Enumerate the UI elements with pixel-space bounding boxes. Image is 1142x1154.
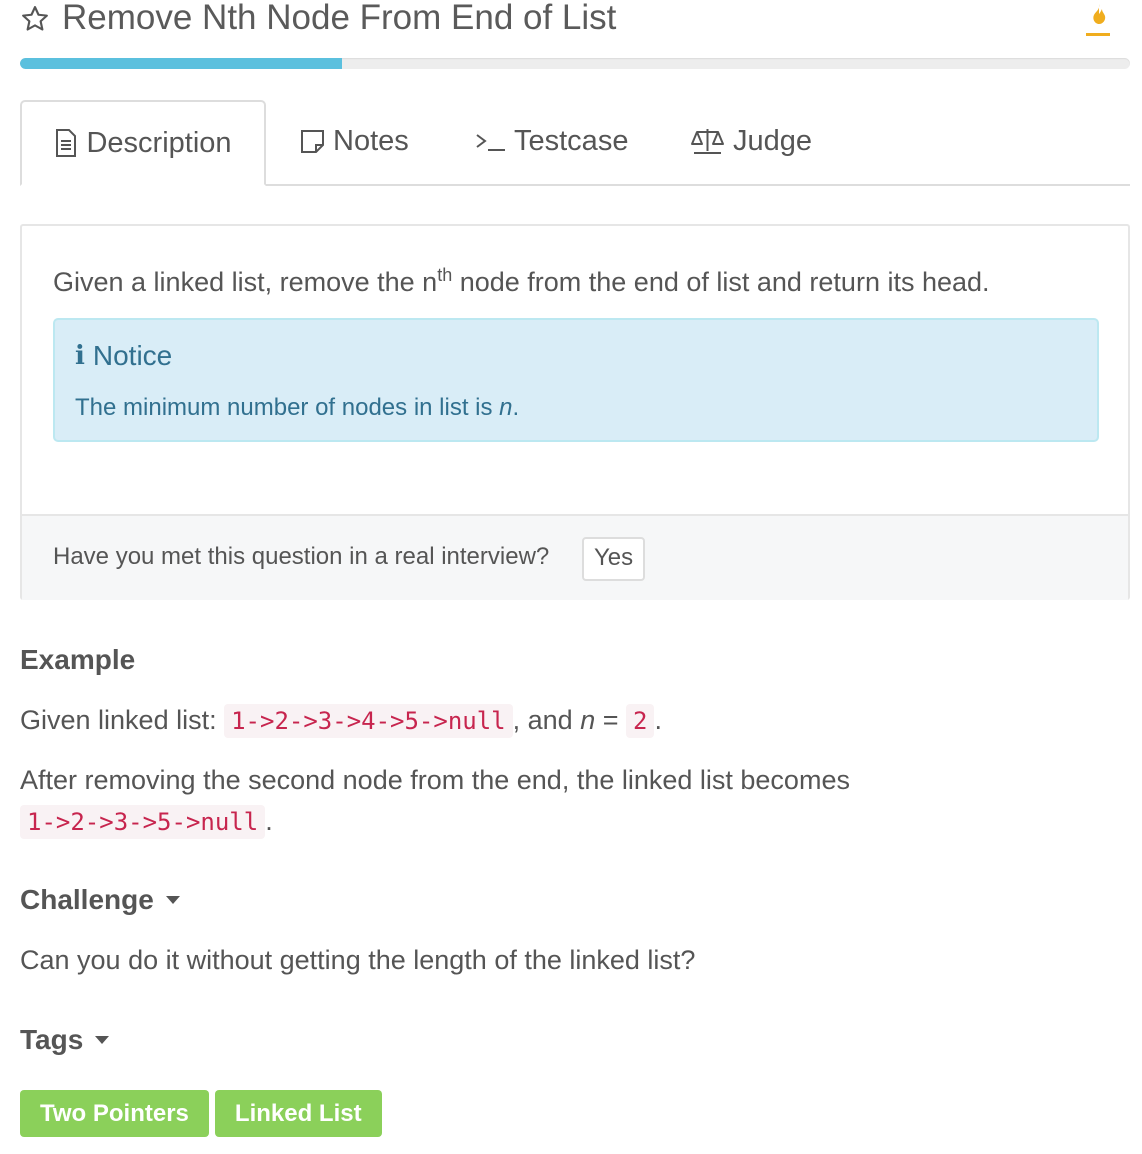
problem-description: Given a linked list, remove the nth node… xyxy=(53,258,990,299)
tab-notes[interactable]: Notes xyxy=(300,100,409,182)
problem-header: Remove Nth Node From End of List xyxy=(20,0,1130,44)
example-prefix: Given linked list: xyxy=(20,705,225,735)
tab-label: Description xyxy=(86,126,232,159)
tag-two-pointers[interactable]: Two Pointers xyxy=(20,1090,209,1137)
example-variable: n xyxy=(580,705,596,735)
tags-heading-text: Tags xyxy=(20,1024,84,1055)
n-value: 2 xyxy=(626,704,655,738)
caret-down-icon xyxy=(165,896,180,904)
yes-button[interactable]: Yes xyxy=(582,537,646,581)
terminal-icon xyxy=(476,133,505,151)
challenge-text: Can you do it without getting the length… xyxy=(20,945,696,975)
star-outline-icon[interactable] xyxy=(20,4,50,34)
challenge-heading[interactable]: Challenge xyxy=(20,884,180,916)
challenge-heading-text: Challenge xyxy=(20,884,154,915)
tag-linked-list[interactable]: Linked List xyxy=(214,1090,382,1137)
example-line-2: After removing the second node from the … xyxy=(20,765,850,795)
tab-testcase[interactable]: Testcase xyxy=(475,100,628,182)
notice-title: i Notice xyxy=(75,338,172,374)
document-icon xyxy=(56,129,77,157)
example-line-3: 1->2->3->5->null. xyxy=(20,804,273,839)
flame-icon[interactable] xyxy=(1082,2,1112,38)
linked-list-output: 1->2->3->5->null xyxy=(20,805,266,839)
interview-question: Have you met this question in a real int… xyxy=(53,543,550,570)
ordinal-suffix: th xyxy=(437,265,453,285)
example-mid: , and xyxy=(512,705,581,735)
caret-down-icon xyxy=(95,1036,110,1044)
notice-variable: n xyxy=(499,394,513,421)
tab-label: Notes xyxy=(333,124,409,157)
progress-fill xyxy=(20,58,342,69)
problem-tabs: Description Notes Testcase Judge xyxy=(20,100,1130,186)
note-icon xyxy=(301,129,324,153)
problem-page: Remove Nth Node From End of List Descrip… xyxy=(20,0,1130,1154)
linked-list-input: 1->2->3->4->5->null xyxy=(224,704,513,738)
notice-body: The minimum number of nodes in list is n… xyxy=(75,392,519,424)
notice-title-text: Notice xyxy=(92,340,173,371)
example-output-period: . xyxy=(265,806,273,836)
example-line-1: Given linked list: 1->2->3->4->5->null, … xyxy=(20,703,662,738)
description-end: node from the end of list and return its… xyxy=(452,267,990,297)
interview-footer: Have you met this question in a real int… xyxy=(22,514,1128,600)
tag-list: Two Pointers Linked List xyxy=(20,1090,382,1137)
example-equals: = xyxy=(595,705,627,735)
tab-judge[interactable]: Judge xyxy=(690,100,812,182)
notice-body-start: The minimum number of nodes in list is xyxy=(75,394,500,421)
progress-bar xyxy=(20,58,1130,69)
example-heading: Example xyxy=(20,644,136,675)
description-start: Given a linked list, remove the n xyxy=(53,267,438,297)
notice-box: i Notice The minimum number of nodes in … xyxy=(53,318,1099,442)
tab-label: Judge xyxy=(733,124,813,157)
notice-body-end: . xyxy=(512,394,520,421)
page-title: Remove Nth Node From End of List xyxy=(62,0,617,37)
scale-icon xyxy=(691,129,724,154)
example-period: . xyxy=(654,705,662,735)
description-panel: Given a linked list, remove the nth node… xyxy=(20,224,1130,600)
tags-heading[interactable]: Tags xyxy=(20,1024,110,1056)
tab-label: Testcase xyxy=(514,124,629,157)
tab-description[interactable]: Description xyxy=(20,100,266,186)
info-icon: i xyxy=(75,341,85,371)
